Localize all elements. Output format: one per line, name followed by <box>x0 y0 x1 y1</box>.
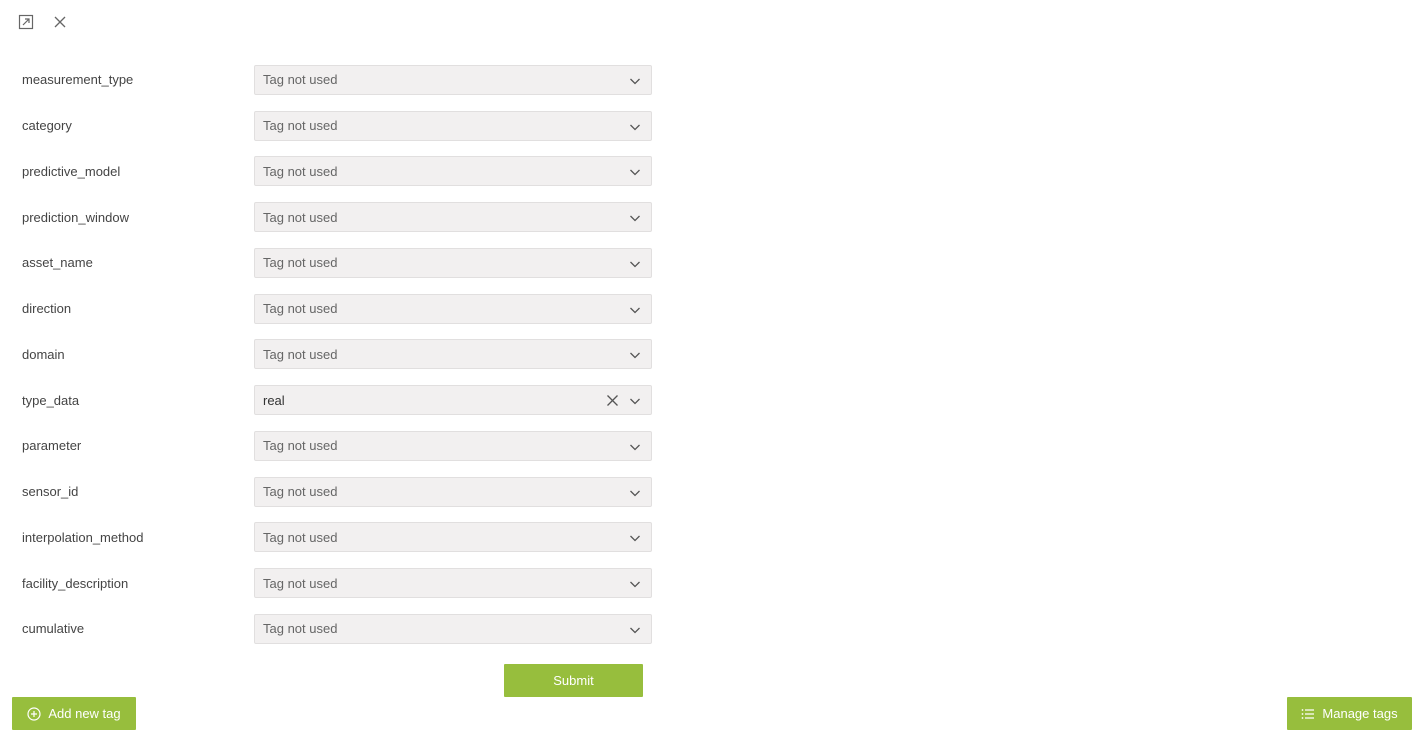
select-value: Tag not used <box>263 118 338 134</box>
tag-row: interpolation_method Tag not used <box>22 515 652 561</box>
select-value: Tag not used <box>263 346 338 362</box>
chevron-down-icon <box>630 352 640 359</box>
select-value: Tag not used <box>263 72 338 88</box>
select-value: Tag not used <box>263 484 338 500</box>
tag-row: direction Tag not used <box>22 286 652 332</box>
list-icon <box>1302 708 1315 719</box>
tag-label: cumulative <box>22 621 85 637</box>
chevron-down-icon <box>630 398 640 405</box>
select-value: Tag not used <box>263 438 338 454</box>
chevron-down-icon <box>630 215 640 222</box>
tag-label: direction <box>22 301 72 317</box>
tag-label: type_data <box>22 392 80 408</box>
add-new-tag-button[interactable]: Add new tag <box>12 697 136 730</box>
tag-label: category <box>22 118 72 134</box>
chevron-down-icon <box>630 627 640 634</box>
tag-label: prediction_window <box>22 209 129 225</box>
tag-select[interactable]: Tag not used <box>254 64 652 95</box>
tag-select[interactable]: Tag not used <box>254 202 652 233</box>
tag-label: sensor_id <box>22 484 79 500</box>
chevron-down-icon <box>630 444 640 451</box>
tag-row: domain Tag not used <box>22 332 652 378</box>
tag-label: facility_description <box>22 575 129 591</box>
select-value: Tag not used <box>263 301 338 317</box>
tag-row: sensor_id Tag not used <box>22 469 652 515</box>
chevron-down-icon <box>630 124 640 131</box>
tag-label: predictive_model <box>22 163 121 179</box>
plus-circle-icon <box>27 706 41 721</box>
chevron-down-icon <box>630 261 640 268</box>
chevron-down-icon <box>630 535 640 542</box>
select-value: Tag not used <box>263 163 338 179</box>
chevron-down-icon <box>630 169 640 176</box>
tag-row: parameter Tag not used <box>22 423 652 469</box>
manage-tags-button[interactable]: Manage tags <box>1287 697 1412 730</box>
clear-icon[interactable] <box>606 394 619 407</box>
tag-row: measurement_type Tag not used <box>22 57 652 103</box>
chevron-down-icon <box>630 490 640 497</box>
tag-select[interactable]: Tag not used <box>254 568 652 599</box>
select-value: Tag not used <box>263 255 338 271</box>
tag-select[interactable]: Tag not used <box>254 293 652 324</box>
tag-row: category Tag not used <box>22 103 652 149</box>
tag-row: facility_description Tag not used <box>22 560 652 606</box>
chevron-down-icon <box>630 581 640 588</box>
tag-label: asset_name <box>22 255 93 271</box>
select-value: Tag not used <box>263 575 338 591</box>
tag-select[interactable]: Tag not used <box>254 110 652 141</box>
submit-button[interactable]: Submit <box>504 664 643 697</box>
tag-select[interactable]: real <box>254 385 652 416</box>
tag-form: measurement_type Tag not used category T… <box>22 57 652 652</box>
window-controls <box>18 14 68 30</box>
tag-select[interactable]: Tag not used <box>254 522 652 553</box>
close-icon[interactable] <box>52 14 68 30</box>
submit-label: Submit <box>553 673 594 688</box>
tag-select[interactable]: Tag not used <box>254 339 652 370</box>
select-value: Tag not used <box>263 621 338 637</box>
add-new-tag-label: Add new tag <box>48 706 121 721</box>
tag-row: predictive_model Tag not used <box>22 149 652 195</box>
tag-select[interactable]: Tag not used <box>254 476 652 507</box>
tag-select[interactable]: Tag not used <box>254 156 652 187</box>
expand-icon[interactable] <box>18 14 34 30</box>
tag-row: type_data real <box>22 377 652 423</box>
tag-select[interactable]: Tag not used <box>254 247 652 278</box>
select-value: Tag not used <box>263 529 338 545</box>
tag-row: asset_name Tag not used <box>22 240 652 286</box>
tag-label: parameter <box>22 438 82 454</box>
manage-tags-label: Manage tags <box>1322 706 1398 721</box>
chevron-down-icon <box>630 307 640 314</box>
select-value: real <box>263 392 285 408</box>
tag-row: cumulative Tag not used <box>22 606 652 652</box>
select-value: Tag not used <box>263 209 338 225</box>
tag-label: measurement_type <box>22 72 134 88</box>
tag-row: prediction_window Tag not used <box>22 194 652 240</box>
tag-select[interactable]: Tag not used <box>254 430 652 461</box>
tag-label: interpolation_method <box>22 529 144 545</box>
chevron-down-icon <box>630 78 640 85</box>
tag-label: domain <box>22 346 65 362</box>
tag-select[interactable]: Tag not used <box>254 613 652 644</box>
